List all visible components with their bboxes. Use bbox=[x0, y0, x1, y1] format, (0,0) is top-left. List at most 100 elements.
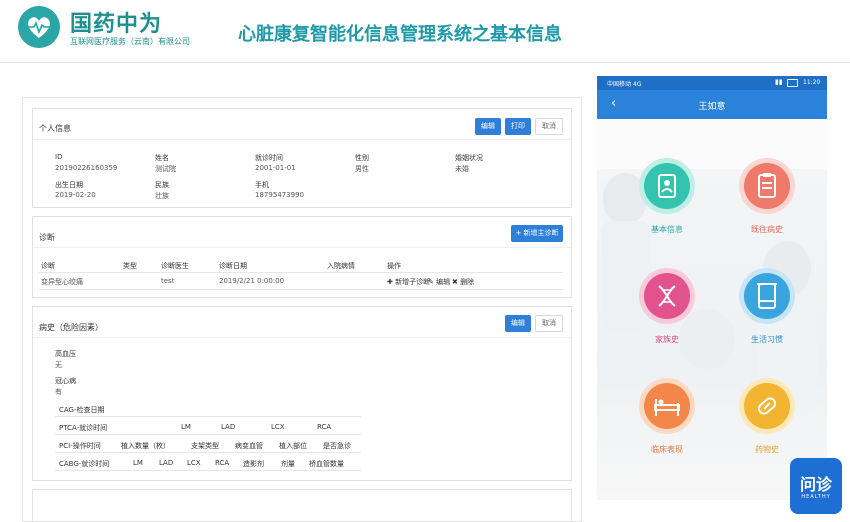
diagnosis-header: 诊断 + 新增主诊断 bbox=[33, 217, 571, 248]
delete-diagnosis-link[interactable]: ✖ 删除 bbox=[452, 277, 474, 287]
nav-bar: ‹ 王如意 bbox=[597, 90, 827, 119]
cabg-contrast: 造影剂 bbox=[243, 460, 264, 468]
pci-count: 植入数量（枚） bbox=[121, 442, 170, 450]
id-value: 20190226160359 bbox=[55, 164, 118, 172]
col-type: 类型 bbox=[123, 262, 137, 270]
patient-info-panel: 个人信息 编辑 打印 取消 ID 20190226160359 姓名 测试院 就… bbox=[22, 97, 582, 522]
col-operations: 操作 bbox=[387, 262, 401, 270]
cabg-bridge-count: 桥血管数量 bbox=[309, 460, 344, 468]
status-bar: 中国移动 4G ▮▮ 11:20 bbox=[597, 76, 827, 90]
diagnosis-card: 诊断 + 新增主诊断 诊断 类型 诊断医生 诊断日期 入院病情 操作 变异型心绞… bbox=[32, 216, 572, 298]
pill-icon bbox=[744, 383, 790, 429]
diagnosis-cell: 变异型心绞痛 bbox=[41, 278, 83, 286]
drug-history-menu[interactable]: 药物史 bbox=[727, 378, 807, 468]
edit-button[interactable]: 编辑 bbox=[475, 118, 501, 135]
ptca-label: PTCA-就诊时间 bbox=[59, 424, 108, 432]
ptca-divider bbox=[55, 434, 361, 435]
diagnosis-title: 诊断 bbox=[39, 233, 55, 242]
doctor-cell: test bbox=[161, 277, 175, 285]
signal-icon: ▮▮ bbox=[775, 78, 783, 86]
cancel-button[interactable]: 取消 bbox=[535, 118, 563, 135]
chd-label: 冠心病 bbox=[55, 377, 76, 385]
col-admission-condition: 入院病情 bbox=[327, 262, 355, 270]
page-title: 心脏康复智能化信息管理系统之基本信息 bbox=[238, 24, 562, 45]
ptca-rca: RCA bbox=[317, 423, 332, 431]
phone-label: 手机 bbox=[255, 181, 269, 189]
cabg-lm: LM bbox=[133, 459, 143, 467]
sex-label: 性别 bbox=[355, 154, 369, 162]
print-button[interactable]: 打印 bbox=[505, 118, 531, 135]
cabg-label: CABG-就诊时间 bbox=[59, 460, 110, 468]
col-doctor: 诊断医生 bbox=[161, 262, 189, 270]
drug-history-label: 药物史 bbox=[755, 445, 779, 454]
id-label: ID bbox=[55, 153, 63, 161]
birth-date-label: 出生日期 bbox=[55, 181, 83, 189]
clock-text: 11:20 bbox=[803, 79, 821, 86]
past-history-menu[interactable]: 既往病史 bbox=[727, 158, 807, 248]
cag-label: CAG-检查日期 bbox=[59, 406, 105, 414]
ptca-lcx: LCX bbox=[271, 423, 285, 431]
edit-diagnosis-link[interactable]: ✎ 编辑 bbox=[428, 277, 450, 287]
logo-name: 国药中为 bbox=[70, 12, 163, 37]
family-history-label: 家族史 bbox=[655, 335, 679, 344]
name-label: 姓名 bbox=[155, 154, 169, 162]
marital-label: 婚姻状况 bbox=[455, 154, 483, 162]
cabg-lcx: LCX bbox=[187, 459, 201, 467]
col-diagnosis: 诊断 bbox=[41, 262, 55, 270]
logo-subtitle: 互联网医疗服务（云南）有限公司 bbox=[70, 37, 190, 46]
pci-emergency: 是否急诊 bbox=[323, 442, 351, 450]
ethnicity-value: 壮族 bbox=[155, 192, 169, 200]
family-history-menu[interactable]: 家族史 bbox=[627, 268, 707, 358]
ethnicity-label: 民族 bbox=[155, 181, 169, 189]
personal-info-card: 个人信息 编辑 打印 取消 ID 20190226160359 姓名 测试院 就… bbox=[32, 108, 572, 208]
dna-icon bbox=[644, 273, 690, 319]
clipboard-icon bbox=[744, 163, 790, 209]
basic-info-label: 基本信息 bbox=[651, 225, 683, 234]
history-edit-button[interactable]: 编辑 bbox=[505, 315, 531, 332]
pci-stent-type: 支架类型 bbox=[191, 442, 219, 450]
add-sub-diagnosis-link[interactable]: ✚ 新增子诊断 bbox=[387, 277, 430, 287]
pci-label: PCI-操作时间 bbox=[59, 442, 101, 450]
lifestyle-menu[interactable]: 生活习惯 bbox=[727, 268, 807, 358]
history-title: 病史（危险因素） bbox=[39, 323, 103, 332]
battery-icon bbox=[787, 79, 798, 87]
badge-subtext: HEALTHY bbox=[801, 494, 831, 500]
name-value: 测试院 bbox=[155, 165, 176, 173]
personal-info-header: 个人信息 编辑 打印 取消 bbox=[33, 109, 571, 140]
ptca-lad: LAD bbox=[221, 423, 236, 431]
table-header-divider bbox=[39, 272, 563, 273]
contact-book-icon bbox=[644, 163, 690, 209]
col-date: 诊断日期 bbox=[219, 262, 247, 270]
patient-name: 王如意 bbox=[698, 102, 726, 112]
cabg-rca: RCA bbox=[215, 459, 230, 467]
visit-time-label: 就诊时间 bbox=[255, 154, 283, 162]
add-main-diagnosis-button[interactable]: + 新增主诊断 bbox=[511, 225, 563, 242]
clinical-manifestation-menu[interactable]: 临床表现 bbox=[627, 378, 707, 468]
visit-time-value: 2001-01-01 bbox=[255, 164, 296, 172]
sex-value: 男性 bbox=[355, 165, 369, 173]
cabg-dose: 剂量 bbox=[281, 460, 295, 468]
lifestyle-label: 生活习惯 bbox=[751, 335, 783, 344]
past-history-label: 既往病史 bbox=[751, 225, 783, 234]
wenzhen-app-icon[interactable]: 问诊 HEALTHY bbox=[790, 458, 842, 514]
history-cancel-button[interactable]: 取消 bbox=[535, 315, 563, 332]
pci-location: 植入部位 bbox=[279, 442, 307, 450]
badge-text: 问诊 bbox=[799, 475, 832, 494]
hypertension-label: 高血压 bbox=[55, 350, 76, 358]
cabg-lad: LAD bbox=[159, 459, 174, 467]
cag-divider bbox=[55, 416, 361, 417]
history-header: 病史（危险因素） 编辑 取消 bbox=[33, 307, 571, 338]
pci-vessel: 病变血管 bbox=[235, 442, 263, 450]
hypertension-value: 无 bbox=[55, 361, 62, 369]
heart-logo-icon bbox=[18, 6, 60, 48]
pci-divider bbox=[55, 452, 361, 453]
ptca-lm: LM bbox=[181, 423, 191, 431]
cabg-divider bbox=[55, 470, 361, 471]
carrier-text: 中国移动 4G bbox=[607, 81, 642, 88]
phone-value: 18795473990 bbox=[255, 191, 304, 199]
table-row-divider bbox=[39, 289, 563, 290]
date-cell: 2019/2/21 0:00:00 bbox=[219, 277, 285, 285]
mobile-app-preview: 中国移动 4G ▮▮ 11:20 ‹ 王如意 基本信息 既往病史 家族史 生活习… bbox=[597, 76, 827, 500]
basic-info-menu[interactable]: 基本信息 bbox=[627, 158, 707, 248]
birth-date-value: 2019-02-20 bbox=[55, 191, 96, 199]
